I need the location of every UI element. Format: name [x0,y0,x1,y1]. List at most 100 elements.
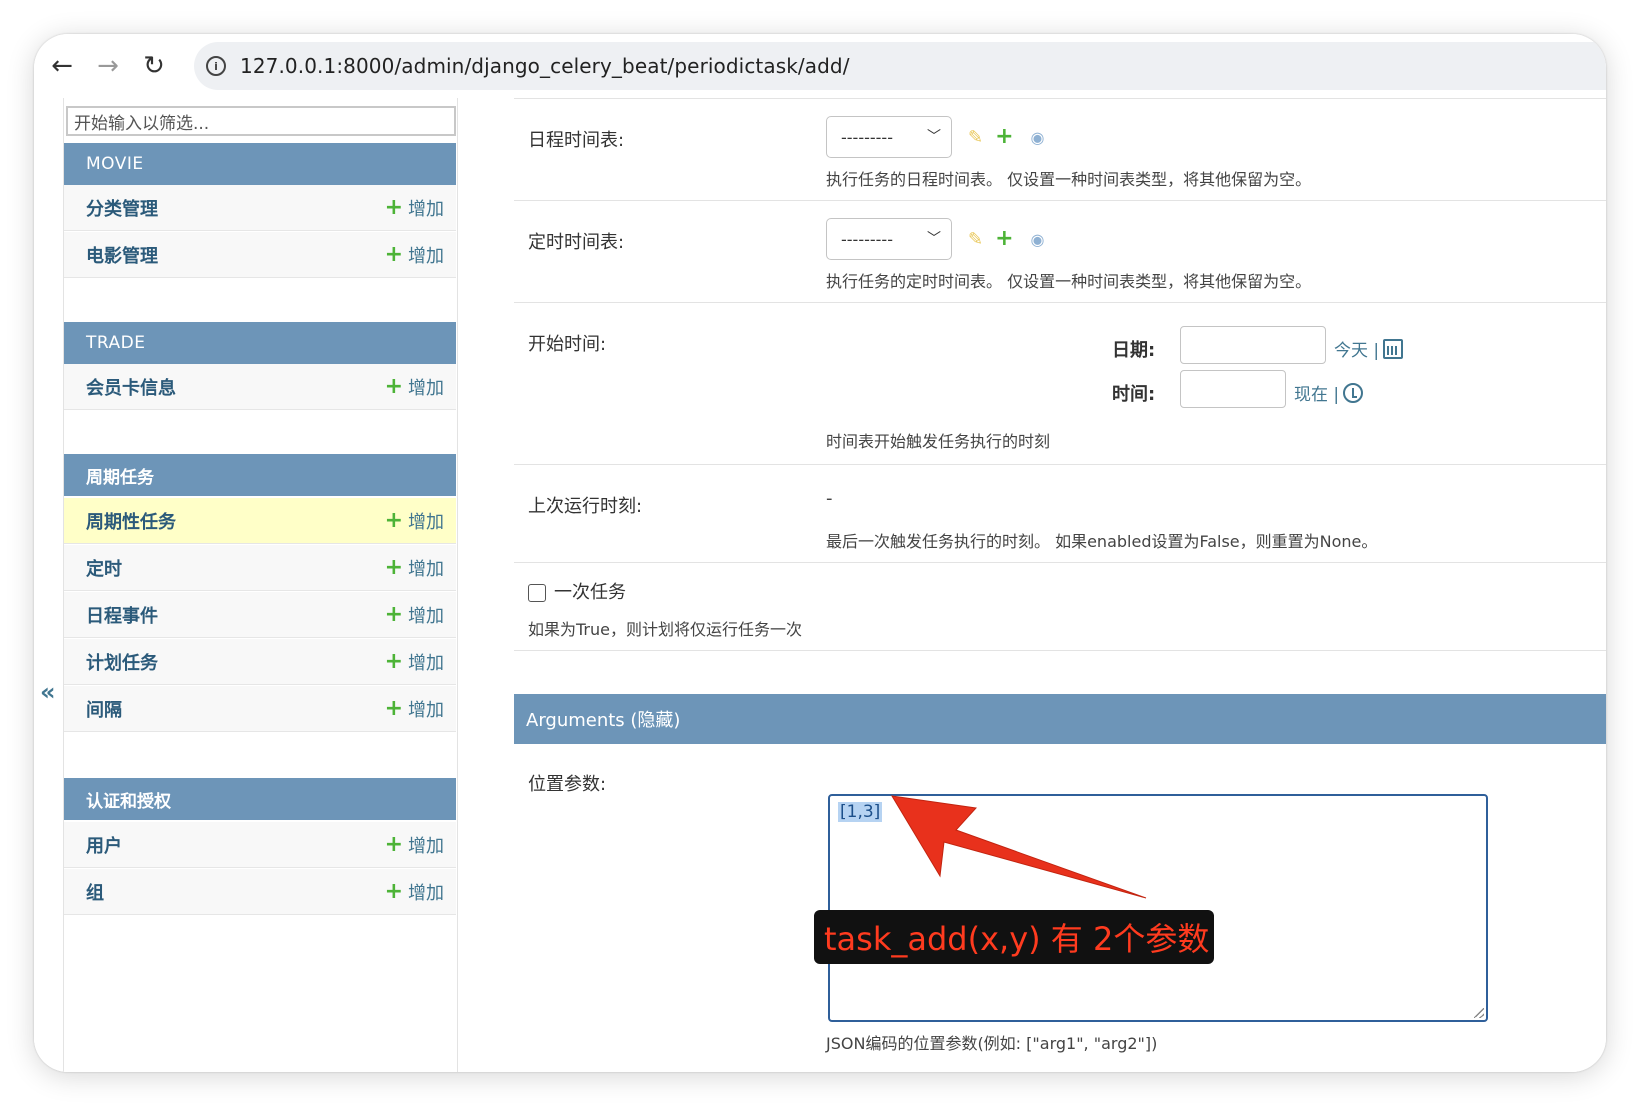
start-date-input[interactable] [1180,326,1326,364]
add-link[interactable]: + 增加 [385,555,444,581]
browser-window: ← → ↻ i 127.0.0.1:8000/admin/django_cele… [34,34,1606,1072]
edit-pencil-icon[interactable]: ✎ [968,127,983,148]
clocked-select[interactable]: --------- ﹀ [826,218,952,260]
plus-icon: + [384,601,403,627]
args-help: JSON编码的位置参数(例如: ["arg1", "arg2"]) [826,1034,1158,1053]
resize-handle-icon[interactable] [1474,1008,1484,1018]
forward-icon[interactable]: → [90,48,126,84]
add-link[interactable]: + 增加 [385,195,444,221]
divider [514,650,1606,651]
sidebar-item-label[interactable]: 分类管理 [86,195,385,221]
chevron-down-icon: ﹀ [927,231,941,247]
sidebar-toggle[interactable]: « [34,98,64,1072]
clocked-help: 执行任务的定时时间表。 仅设置一种时间表类型，将其他保留为空。 [826,272,1312,291]
address-bar[interactable]: i 127.0.0.1:8000/admin/django_celery_bea… [194,42,1606,90]
plus-icon: + [384,648,403,674]
plus-icon: + [384,831,403,857]
module-header-periodic-tasks[interactable]: 周期任务 [64,454,456,496]
url-text: 127.0.0.1:8000/admin/django_celery_beat/… [240,54,850,78]
add-link[interactable]: + 增加 [385,832,444,858]
browser-toolbar: ← → ↻ i 127.0.0.1:8000/admin/django_cele… [34,34,1606,98]
args-label: 位置参数: [528,774,607,795]
site-info-icon[interactable]: i [206,56,226,76]
plus-icon: + [384,194,403,220]
start-time-label: 开始时间: [528,334,607,355]
add-link[interactable]: + 增加 [385,696,444,722]
module-title: MOVIE [86,154,144,174]
clocked-label: 定时时间表: [528,232,625,253]
nav-sidebar: 开始输入以筛选... MOVIE 分类管理 + 增加 电影管理 + 增加 TRADE… [64,98,458,1072]
add-link[interactable]: + 增加 [385,879,444,905]
add-link[interactable]: + 增加 [385,242,444,268]
annotation-arrow-icon [891,795,1147,899]
add-link[interactable]: + 增加 [385,508,444,534]
sidebar-item-crontab[interactable]: 计划任务 + 增加 [64,639,456,685]
crontab-label: 日程时间表: [528,130,625,151]
back-icon[interactable]: ← [44,48,80,84]
sidebar-item-label[interactable]: 电影管理 [86,242,385,268]
divider [514,562,1606,563]
sidebar-item-label[interactable]: 组 [86,879,385,905]
divider [514,200,1606,201]
sidebar-item-category[interactable]: 分类管理 + 增加 [64,185,456,231]
one-off-checkbox[interactable] [528,584,546,602]
add-related-icon[interactable]: + [995,228,1013,250]
filter-placeholder: 开始输入以筛选... [74,113,210,134]
module-title: TRADE [86,333,146,353]
module-header-movie[interactable]: MOVIE [64,143,456,185]
sidebar-item-clocked[interactable]: 定时 + 增加 [64,545,456,591]
view-eye-icon[interactable]: ◉ [1031,230,1045,249]
add-related-icon[interactable]: + [995,126,1013,148]
collapse-icon: « [40,678,56,706]
args-value: [1,3] [838,802,883,822]
add-link[interactable]: + 增加 [385,649,444,675]
sidebar-item-groups[interactable]: 组 + 增加 [64,869,456,915]
sidebar-item-label[interactable]: 用户 [86,832,385,858]
module-header-auth[interactable]: 认证和授权 [64,778,456,820]
plus-icon: + [384,241,403,267]
add-link[interactable]: + 增加 [385,602,444,628]
admin-content: « 开始输入以筛选... MOVIE 分类管理 + 增加 电影管理 + 增加 TRA… [34,98,1606,1072]
sidebar-item-movie[interactable]: 电影管理 + 增加 [64,232,456,278]
last-run-help: 最后一次触发任务执行的时刻。 如果enabled设置为False，则重置为Non… [826,532,1378,551]
plus-icon: + [384,507,403,533]
sidebar-item-solar[interactable]: 日程事件 + 增加 [64,592,456,638]
edit-pencil-icon[interactable]: ✎ [968,229,983,250]
today-link[interactable]: 今天 | [1334,336,1404,361]
calendar-icon[interactable] [1383,338,1404,359]
divider [514,302,1606,303]
plus-icon: + [384,878,403,904]
clock-icon[interactable] [1343,382,1364,403]
sidebar-item-label[interactable]: 定时 [86,555,385,581]
add-link[interactable]: + 增加 [385,374,444,400]
divider [514,464,1606,465]
one-off-label[interactable]: 一次任务 [554,578,626,604]
date-label: 日期: [1112,340,1156,361]
sidebar-item-label[interactable]: 周期性任务 [86,508,385,534]
sidebar-item-label[interactable]: 计划任务 [86,649,385,675]
sidebar-item-interval[interactable]: 间隔 + 增加 [64,686,456,732]
sidebar-item-membership-card[interactable]: 会员卡信息 + 增加 [64,364,456,410]
arguments-fieldset-header[interactable]: Arguments (隐藏) [514,694,1606,744]
divider [514,98,1606,99]
now-link[interactable]: 现在 | [1294,380,1364,405]
sidebar-item-periodic-task[interactable]: 周期性任务 + 增加 [64,498,456,544]
related-widget-icons: ✎ + ◉ [968,126,1045,148]
plus-icon: + [384,554,403,580]
last-run-label: 上次运行时刻: [528,496,643,517]
sidebar-item-users[interactable]: 用户 + 增加 [64,822,456,868]
start-time-help: 时间表开始触发任务执行的时刻 [826,432,1051,451]
module-header-trade[interactable]: TRADE [64,322,456,364]
crontab-select[interactable]: --------- ﹀ [826,116,952,158]
chevron-down-icon: ﹀ [927,129,941,145]
sidebar-item-label[interactable]: 间隔 [86,696,385,722]
sidebar-item-label[interactable]: 会员卡信息 [86,374,385,400]
last-run-value: - [826,488,833,509]
sidebar-filter-input[interactable]: 开始输入以筛选... [66,106,456,136]
plus-icon: + [384,373,403,399]
sidebar-item-label[interactable]: 日程事件 [86,602,385,628]
start-time-input[interactable] [1180,370,1286,408]
reload-icon[interactable]: ↻ [136,48,172,84]
plus-icon: + [384,695,403,721]
view-eye-icon[interactable]: ◉ [1031,128,1045,147]
